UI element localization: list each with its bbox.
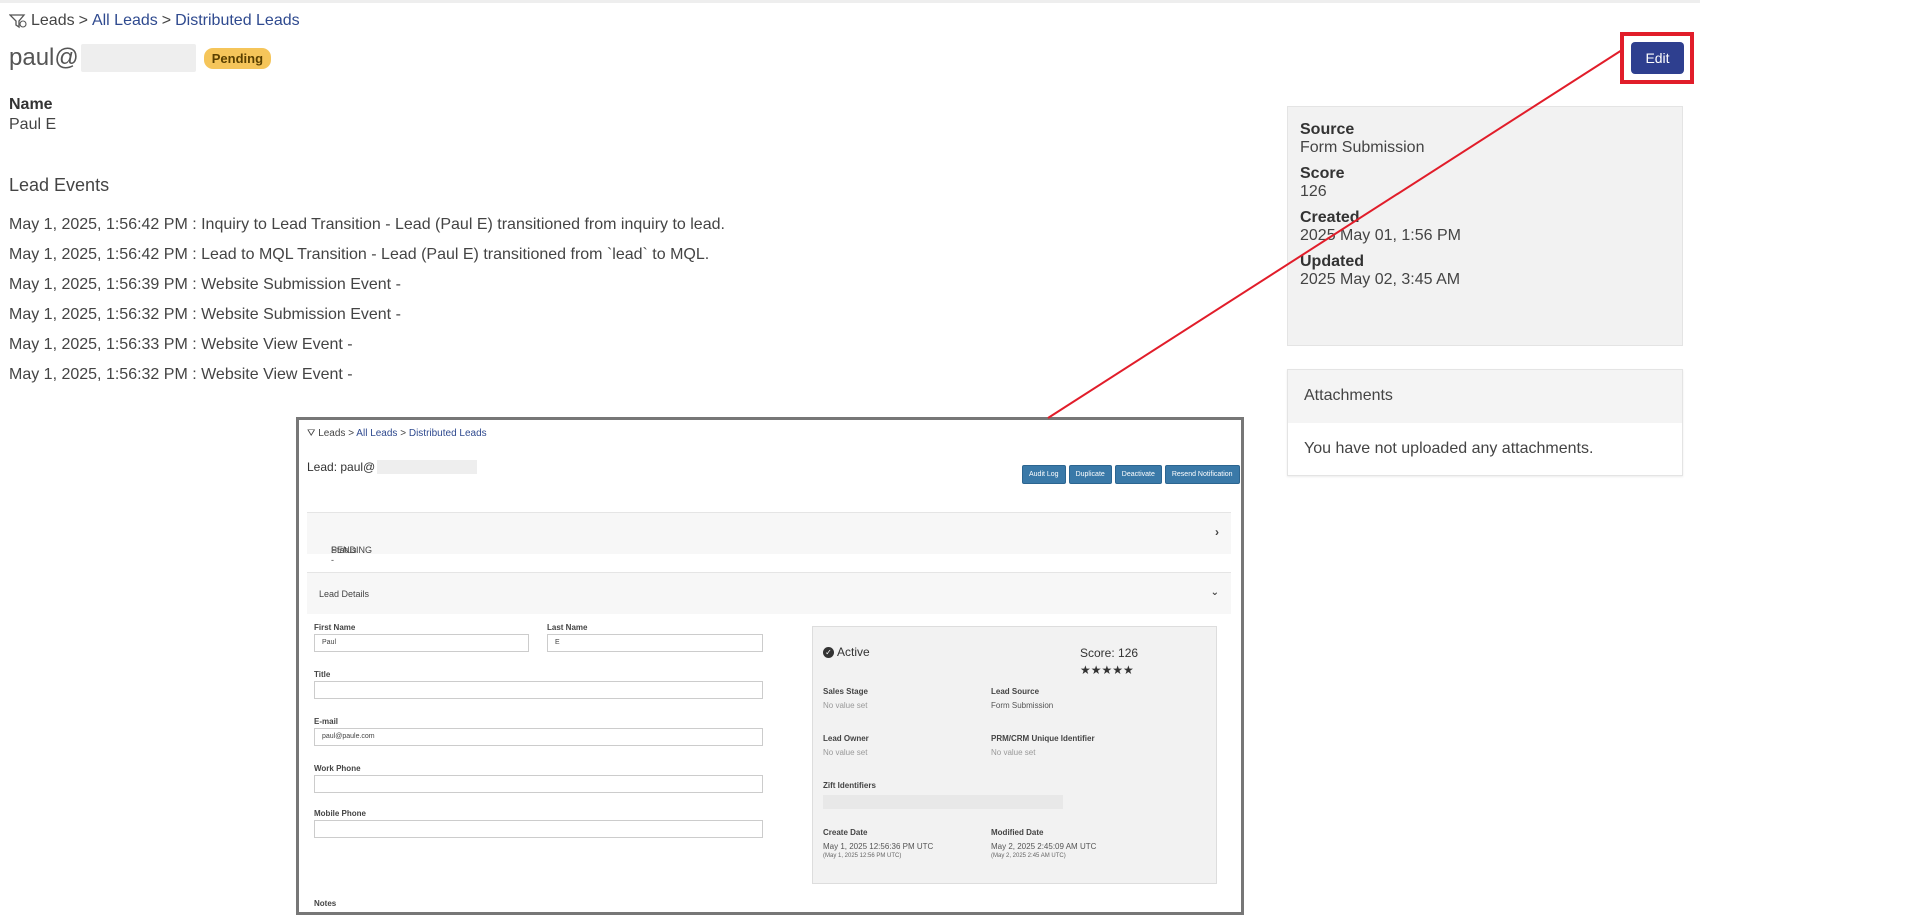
first-name-input[interactable]: Paul bbox=[314, 634, 529, 652]
score-stars: ★★★★★ bbox=[1080, 663, 1134, 677]
create-date-sub: (May 1, 2025 12:56 PM UTC) bbox=[823, 853, 902, 859]
inset-score-text: Score: 126 bbox=[1080, 646, 1139, 660]
redacted-zift-identifiers bbox=[823, 795, 1063, 809]
lead-source-value: Form Submission bbox=[991, 701, 1054, 710]
inset-breadcrumb-separator: > bbox=[348, 428, 355, 439]
inset-breadcrumb-distributed[interactable]: Distributed Leads bbox=[409, 428, 487, 439]
top-border bbox=[0, 0, 1700, 3]
create-date-value: May 1, 2025 12:56:36 PM UTC bbox=[823, 842, 934, 851]
lead-source-label: Lead Source bbox=[991, 687, 1040, 696]
inset-status-bar[interactable]: Status - PENDING › bbox=[307, 512, 1231, 565]
duplicate-button[interactable]: Duplicate bbox=[1068, 465, 1112, 484]
lead-events-heading: Lead Events bbox=[9, 175, 110, 195]
prm-crm-label: PRM/CRM Unique Identifier bbox=[991, 734, 1095, 743]
inset-breadcrumb: ⛛ Leads > All Leads > Distributed Leads bbox=[307, 428, 487, 439]
funnel-icon bbox=[9, 14, 27, 29]
work-phone-label: Work Phone bbox=[314, 764, 361, 773]
funnel-icon: ⛛ bbox=[307, 428, 316, 439]
chevron-down-icon: ⌄ bbox=[1210, 587, 1219, 598]
list-item: May 1, 2025, 1:56:42 PM : Lead to MQL Tr… bbox=[9, 246, 710, 263]
inset-screenshot: ⛛ Leads > All Leads > Distributed Leads … bbox=[296, 417, 1244, 915]
prm-crm-value: No value set bbox=[991, 748, 1036, 757]
inset-breadcrumb-separator: > bbox=[400, 428, 407, 439]
source-value: Form Submission bbox=[1300, 139, 1425, 156]
name-value: Paul E bbox=[9, 116, 57, 133]
mobile-phone-label: Mobile Phone bbox=[314, 809, 366, 818]
active-label: Active bbox=[837, 645, 870, 659]
inset-redacted-email bbox=[377, 460, 478, 474]
name-field: Name Paul E bbox=[9, 96, 56, 134]
create-date-label: Create Date bbox=[823, 828, 868, 837]
breadcrumb-separator: > bbox=[161, 12, 172, 29]
inset-lead-details-label: Lead Details bbox=[319, 589, 370, 599]
created-value: 2025 May 01, 1:56 PM bbox=[1300, 227, 1461, 244]
breadcrumb-all-leads[interactable]: All Leads bbox=[92, 12, 158, 30]
inset-lead-details-bar[interactable]: Lead Details ⌄ bbox=[307, 572, 1231, 614]
deactivate-button[interactable]: Deactivate bbox=[1114, 465, 1162, 484]
modified-date-sub: (May 2, 2025 2:45 AM UTC) bbox=[991, 853, 1066, 859]
inset-breadcrumb-leads: Leads bbox=[318, 428, 346, 439]
breadcrumb-separator: > bbox=[78, 12, 88, 29]
created-label: Created bbox=[1300, 209, 1360, 226]
last-name-input[interactable]: E bbox=[547, 634, 763, 652]
email-input[interactable]: paul@paule.com bbox=[314, 728, 763, 746]
lead-summary-panel: Source Form Submission Score 126 Created… bbox=[1287, 106, 1683, 346]
breadcrumb-leads: Leads bbox=[31, 12, 75, 29]
attachments-heading: Attachments bbox=[1288, 370, 1682, 423]
modified-date-value: May 2, 2025 2:45:09 AM UTC bbox=[991, 842, 1097, 851]
attachments-panel: Attachments You have not uploaded any at… bbox=[1287, 369, 1683, 476]
score-label: Score bbox=[1300, 165, 1345, 182]
last-name-label: Last Name bbox=[547, 623, 588, 632]
inset-lead-prefix: Lead: paul@ bbox=[307, 460, 376, 474]
title-input[interactable] bbox=[314, 681, 763, 699]
breadcrumb-distributed-leads[interactable]: Distributed Leads bbox=[175, 12, 300, 30]
active-status: ✓ Active bbox=[823, 645, 870, 659]
work-phone-input[interactable] bbox=[314, 775, 763, 793]
list-item: May 1, 2025, 1:56:32 PM : Website View E… bbox=[9, 366, 353, 383]
inset-status-value: PENDING bbox=[331, 545, 373, 555]
audit-log-button[interactable]: Audit Log bbox=[1022, 465, 1066, 484]
redacted-email bbox=[80, 44, 196, 72]
breadcrumb: Leads > All Leads > Distributed Leads bbox=[9, 12, 300, 30]
list-item: May 1, 2025, 1:56:39 PM : Website Submis… bbox=[9, 276, 401, 293]
first-name-label: First Name bbox=[314, 623, 356, 632]
updated-value: 2025 May 02, 3:45 AM bbox=[1300, 271, 1461, 288]
lead-owner-value: No value set bbox=[823, 748, 868, 757]
email-label: E-mail bbox=[314, 717, 339, 726]
edit-highlight: Edit bbox=[1620, 32, 1694, 84]
page-title: paul@ Pending bbox=[9, 44, 272, 72]
check-circle-icon: ✓ bbox=[823, 646, 834, 658]
sales-stage-label: Sales Stage bbox=[823, 687, 868, 696]
modified-date-label: Modified Date bbox=[991, 828, 1044, 837]
lead-owner-label: Lead Owner bbox=[823, 734, 869, 743]
inset-lead-title: Lead: paul@ bbox=[307, 460, 478, 474]
status-badge: Pending bbox=[203, 47, 272, 69]
inset-action-buttons: Audit Log Duplicate Deactivate Resend No… bbox=[1022, 465, 1240, 484]
updated-label: Updated bbox=[1300, 253, 1364, 270]
inset-lead-info-panel: ✓ Active Score: 126 ★★★★★ Sales Stage No… bbox=[812, 626, 1217, 884]
sales-stage-value: No value set bbox=[823, 701, 868, 710]
resend-notification-button[interactable]: Resend Notification bbox=[1164, 465, 1240, 484]
mobile-phone-input[interactable] bbox=[314, 820, 763, 838]
list-item: May 1, 2025, 1:56:33 PM : Website View E… bbox=[9, 336, 353, 353]
zift-identifiers-label: Zift Identifiers bbox=[823, 781, 876, 790]
inset-breadcrumb-all-leads[interactable]: All Leads bbox=[356, 428, 397, 439]
edit-button[interactable]: Edit bbox=[1631, 42, 1684, 74]
lead-events-list: May 1, 2025, 1:56:42 PM : Inquiry to Lea… bbox=[9, 210, 725, 390]
source-label: Source bbox=[1300, 121, 1355, 138]
chevron-right-icon: › bbox=[1215, 525, 1219, 539]
notes-label: Notes bbox=[314, 899, 337, 908]
name-label: Name bbox=[9, 96, 53, 113]
lead-email-prefix: paul@ bbox=[9, 44, 79, 71]
list-item: May 1, 2025, 1:56:32 PM : Website Submis… bbox=[9, 306, 401, 323]
list-item: May 1, 2025, 1:56:42 PM : Inquiry to Lea… bbox=[9, 216, 725, 233]
score-value: 126 bbox=[1300, 183, 1327, 200]
attachments-empty-text: You have not uploaded any attachments. bbox=[1304, 440, 1594, 457]
title-label: Title bbox=[314, 670, 331, 679]
